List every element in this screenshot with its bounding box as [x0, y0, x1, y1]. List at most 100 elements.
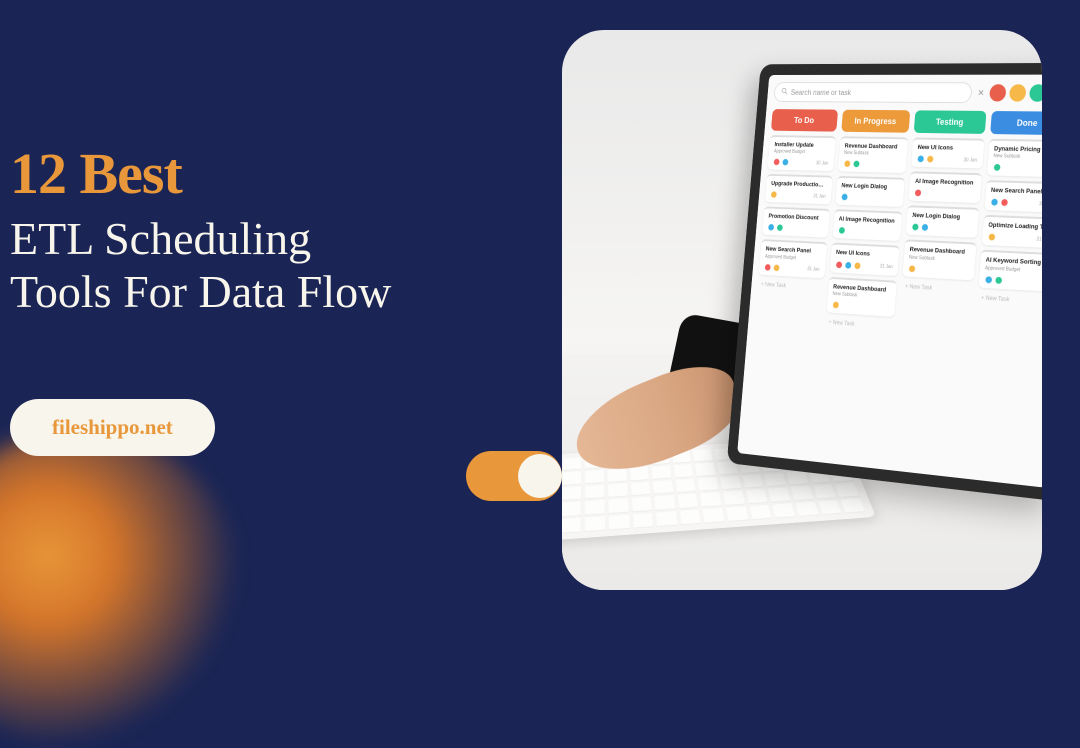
avatar-icon	[1000, 198, 1009, 207]
avatar-icon	[992, 163, 1001, 172]
add-task-button[interactable]: + New Task	[757, 279, 823, 294]
top-action-icons	[989, 84, 1042, 102]
kanban-app-screen: Search name or task ✕ To DoInstaller Upd…	[737, 75, 1042, 488]
kanban-card[interactable]: New Login Dialog	[835, 176, 905, 207]
avatar-icon	[852, 160, 860, 169]
kanban-card[interactable]: Upgrade Production Server31 Jan	[765, 174, 832, 205]
avatar-icon	[776, 224, 784, 233]
kanban-card[interactable]: Dynamic PricingNew Subtask	[987, 139, 1042, 178]
card-avatars	[840, 193, 848, 202]
avatar-icon	[916, 155, 924, 164]
avatar-icon	[987, 233, 996, 242]
avatar-icon	[840, 193, 848, 202]
card-avatars	[992, 163, 1001, 172]
card-date: 30 Jan	[1039, 201, 1042, 207]
card-title: AI Image Recognition	[915, 178, 976, 187]
search-icon	[781, 88, 788, 97]
decorative-toggle[interactable]	[466, 451, 562, 501]
card-avatars	[908, 264, 916, 273]
card-title: New Search Panel	[991, 187, 1042, 196]
card-title: AI Image Recognition	[838, 216, 896, 225]
avatar-icon	[835, 260, 843, 269]
headline-block: 12 Best ETL Scheduling Tools For Data Fl…	[10, 140, 510, 456]
column-header: Testing	[914, 110, 986, 134]
card-title: New Login Dialog	[841, 183, 899, 191]
card-avatars	[911, 223, 929, 232]
card-avatars	[831, 300, 839, 309]
kanban-board: To DoInstaller UpdateApproved Budget30 J…	[755, 109, 1042, 344]
card-avatars	[773, 158, 790, 167]
card-title: Revenue Dashboard	[844, 143, 902, 151]
card-title: Optimize Loading Time	[988, 222, 1042, 232]
avatar-icon	[984, 275, 993, 284]
card-avatars	[987, 233, 996, 242]
card-title: New Login Dialog	[912, 212, 973, 221]
card-avatars	[914, 189, 922, 198]
card-title: Installer Update	[774, 142, 830, 150]
avatar-icon	[837, 226, 845, 235]
card-date: 30 Jan	[816, 160, 829, 166]
headline-line1: ETL Scheduling	[10, 213, 311, 264]
kanban-card[interactable]: Optimize Loading Time 31 Jan	[981, 215, 1042, 249]
add-task-button[interactable]: + New Task	[977, 292, 1042, 308]
close-icon[interactable]: ✕	[977, 88, 985, 99]
kanban-card[interactable]: Revenue DashboardNew Subtask	[838, 136, 909, 173]
avatar-icon	[853, 261, 861, 270]
card-avatars	[764, 263, 781, 272]
avatar-icon	[911, 223, 919, 232]
kanban-card[interactable]: New UI Icons 31 Jan	[829, 243, 899, 276]
background-glow	[0, 428, 240, 748]
kanban-card[interactable]: Revenue DashboardNew Subtask	[826, 276, 897, 316]
kanban-card[interactable]: Revenue DashboardNew Subtask	[902, 240, 976, 280]
avatar-icon	[764, 263, 772, 272]
card-avatars	[984, 275, 1003, 285]
card-title: New UI Icons	[836, 250, 894, 260]
search-placeholder: Search name or task	[791, 88, 852, 96]
kanban-column: In ProgressRevenue DashboardNew SubtaskN…	[825, 110, 911, 333]
card-avatars	[843, 160, 860, 169]
add-task-button[interactable]: + New Task	[825, 317, 894, 333]
avatar-icon	[994, 275, 1003, 284]
avatar-icon	[926, 155, 934, 164]
website-pill[interactable]: fileshippo.net	[10, 399, 215, 456]
avatar-icon	[990, 198, 999, 207]
card-date: 31 Jan	[880, 264, 893, 270]
avatar-icon	[844, 261, 852, 270]
status-dot-icon[interactable]	[1009, 84, 1027, 101]
kanban-card[interactable]: Installer UpdateApproved Budget 30 Jan	[768, 135, 836, 171]
search-input[interactable]: Search name or task	[773, 82, 973, 103]
avatar-icon	[781, 158, 789, 166]
card-avatars	[767, 223, 784, 232]
card-avatars	[837, 226, 845, 235]
kanban-column: Testing New UI Icons30 Jan AI Image Recogn…	[898, 110, 986, 338]
kanban-card[interactable]: Promotion Discount	[762, 207, 829, 238]
column-header: In Progress	[841, 110, 910, 133]
add-task-button[interactable]: + New Task	[901, 281, 973, 297]
headline-main: ETL Scheduling Tools For Data Flow	[10, 213, 510, 319]
kanban-card[interactable]: New UI Icons30 Jan	[911, 138, 984, 169]
kanban-card[interactable]: New Search PanelApproved Budget31 Jan	[759, 240, 827, 279]
card-title: Upgrade Production Server	[771, 181, 827, 189]
card-subtitle: New Subtask	[993, 153, 1042, 160]
card-subtitle: Approved Budget	[774, 149, 830, 156]
kanban-card[interactable]: New Login Dialog	[906, 206, 979, 239]
kanban-card[interactable]: AI Image Recognition	[832, 209, 902, 241]
kanban-card[interactable]: New Search Panel 30 Jan	[984, 180, 1042, 213]
card-avatars	[916, 155, 934, 164]
kanban-card[interactable]: AI Keyword SortingApproved Budget	[978, 250, 1042, 291]
tablet-device: Search name or task ✕ To DoInstaller Upd…	[727, 63, 1042, 501]
avatar-icon	[770, 191, 778, 199]
card-date: 31 Jan	[1036, 236, 1042, 243]
column-header: Done	[990, 111, 1042, 135]
card-avatars	[835, 260, 862, 270]
card-title: Promotion Discount	[768, 213, 824, 222]
card-avatars	[990, 198, 1009, 207]
card-title: New UI Icons	[917, 144, 978, 152]
avatar-icon	[773, 263, 781, 272]
headline-accent: 12 Best	[10, 140, 510, 207]
kanban-card[interactable]: AI Image Recognition	[908, 172, 981, 204]
card-title: Dynamic Pricing	[994, 146, 1042, 154]
toggle-knob	[518, 454, 562, 498]
status-dot-icon[interactable]	[1029, 84, 1042, 101]
status-dot-icon[interactable]	[989, 84, 1006, 101]
